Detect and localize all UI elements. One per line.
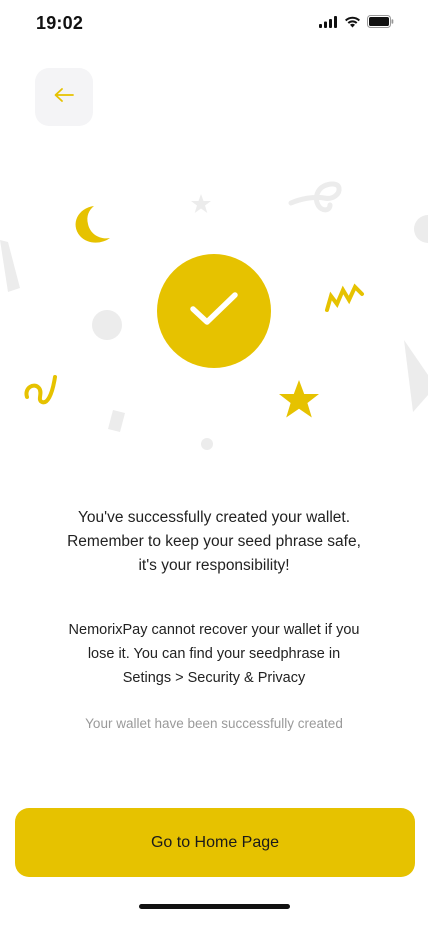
confetti-left-triangle-shape [0, 240, 20, 292]
go-to-home-button[interactable]: Go to Home Page [15, 808, 415, 877]
success-check-badge [157, 254, 271, 368]
status-caption: Your wallet have been successfully creat… [85, 716, 343, 731]
status-time: 19:02 [36, 13, 84, 33]
confetti-rect-shape [108, 410, 125, 432]
confetti-right-triangle-shape [404, 340, 428, 412]
status-icons [319, 15, 394, 33]
battery-icon [367, 15, 394, 33]
success-illustration [0, 170, 428, 470]
confetti-dot-shape [201, 438, 213, 450]
recovery-warning-line: Setings > Security & Privacy [122, 670, 306, 686]
zigzag-icon [325, 283, 364, 312]
home-indicator [139, 904, 290, 909]
confetti-swirl-grey-shape [288, 181, 342, 213]
checkmark-icon [189, 290, 239, 333]
signal-icon [319, 15, 338, 33]
success-message-line: it's your responsibility! [138, 557, 290, 574]
back-button[interactable] [35, 68, 93, 126]
confetti-circle-left-shape [92, 310, 122, 340]
success-message: You've successfully created your wallet.… [30, 506, 398, 578]
arrow-left-icon [53, 87, 75, 108]
success-message-line: Remember to keep your seed phrase safe, [67, 533, 361, 550]
recovery-warning: NemorixPay cannot recover your wallet if… [30, 618, 398, 690]
moon-icon [75, 206, 110, 243]
recovery-warning-line: lose it. You can find your seedphrase in [87, 646, 341, 662]
success-message-line: You've successfully created your wallet. [77, 509, 351, 526]
recovery-warning-line: NemorixPay cannot recover your wallet if… [68, 622, 360, 638]
squiggle-icon [24, 375, 57, 405]
status-bar: 19:02 [0, 0, 428, 48]
wifi-icon [344, 15, 361, 33]
wallet-created-screen: 19:02 You've successfully created your w… [0, 0, 428, 926]
star-icon [279, 380, 319, 418]
confetti-circle-right-shape [414, 215, 428, 243]
confetti-star-small-shape [191, 194, 211, 213]
